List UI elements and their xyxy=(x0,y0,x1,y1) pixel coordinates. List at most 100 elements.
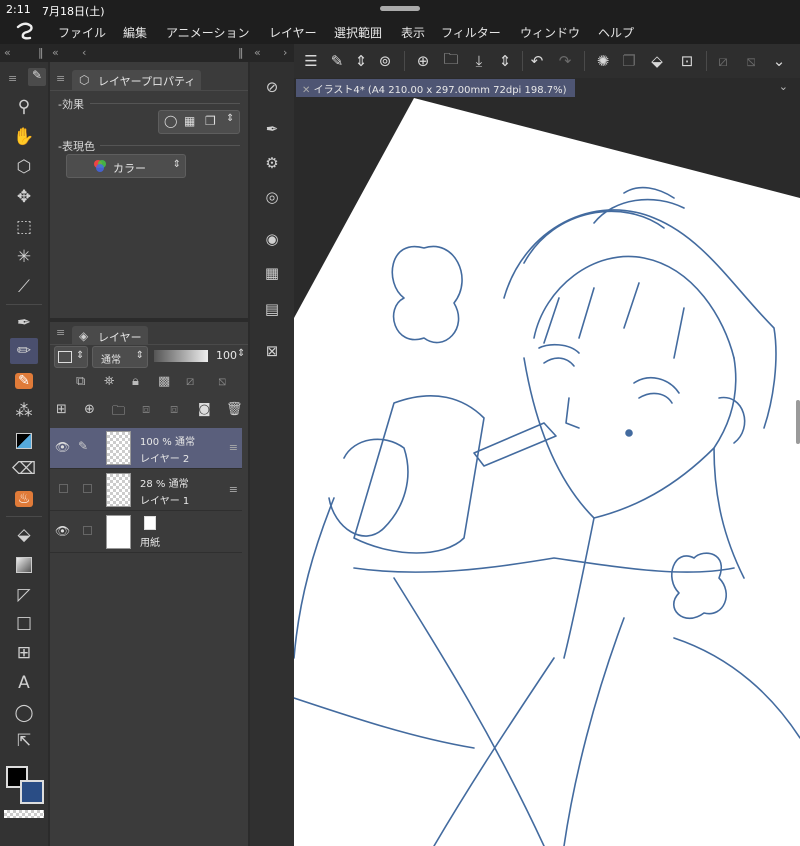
save-icon[interactable]: ⤓ xyxy=(468,50,490,72)
collapse-left-icon[interactable]: « xyxy=(4,46,11,59)
open-folder-icon[interactable]: 🗀︎ xyxy=(440,50,462,72)
canvas-paper[interactable] xyxy=(294,98,800,846)
blend-icon[interactable]: ♨ xyxy=(10,486,38,512)
menu-filter[interactable]: フィルター xyxy=(441,24,501,41)
layer-row[interactable]: 28 % 通常 レイヤー 1 ≡ xyxy=(50,470,242,511)
transparent-color-swatch[interactable] xyxy=(4,810,44,818)
frame-icon[interactable]: □ xyxy=(10,610,38,636)
grip-icon[interactable]: ‖ xyxy=(238,46,244,59)
layer-row[interactable]: 👁︎ ✎ 100 % 通常 レイヤー 2 ≡ xyxy=(50,428,242,469)
lock-transparency-icon[interactable]: ▩ xyxy=(158,374,170,389)
menu-view[interactable]: 表示 xyxy=(401,24,425,41)
collapse-left-icon[interactable]: « xyxy=(52,46,59,59)
eyedropper-icon[interactable]: ⟋ xyxy=(10,274,38,300)
drawing-canvas[interactable] xyxy=(294,98,800,846)
effect-stepper-icon[interactable]: ⇕ xyxy=(226,113,234,124)
layer-color-icon[interactable]: ❐ xyxy=(205,114,216,128)
pen-icon[interactable]: ✒ xyxy=(10,310,38,336)
eraser-icon[interactable]: ⌫ xyxy=(10,456,38,482)
panel-menu-icon[interactable]: ≡ xyxy=(8,72,17,85)
opacity-slider[interactable] xyxy=(154,350,208,362)
menu-animation[interactable]: アニメーション xyxy=(166,24,250,41)
edit-icon[interactable]: ✎ xyxy=(326,50,348,72)
tab-layer-property[interactable]: ⬡ レイヤープロパティ xyxy=(72,70,202,90)
tab-layer[interactable]: ◈ レイヤー xyxy=(72,326,148,344)
redo-icon[interactable]: ↷ xyxy=(554,50,576,72)
clear-outside-icon[interactable]: ⧅ xyxy=(740,50,762,72)
collapse-left-icon[interactable]: « xyxy=(254,46,261,59)
tab-close-icon[interactable]: ✕ xyxy=(302,85,310,96)
merge-down-icon[interactable]: ⧈ xyxy=(170,402,178,417)
menu-edit[interactable]: 編集 xyxy=(123,24,147,41)
opacity-stepper-icon[interactable]: ⇕ xyxy=(237,348,245,359)
panel-menu-icon[interactable]: ≡ xyxy=(56,72,65,85)
correct-line-icon[interactable]: ⇱ xyxy=(10,728,38,754)
edit-target-pen-icon[interactable]: ✎ xyxy=(78,439,88,453)
tool-tab-pen-icon[interactable]: ✎ xyxy=(28,68,46,86)
ruler-visible-icon[interactable]: ⧅ xyxy=(218,374,226,389)
move-icon[interactable]: ✥ xyxy=(10,184,38,210)
new-raster-layer-icon[interactable]: ⊞ xyxy=(56,402,67,417)
grip-icon[interactable]: ‖ xyxy=(38,46,44,59)
brush-size-icon[interactable]: ◎ xyxy=(261,186,283,208)
transfer-down-icon[interactable]: ⧈ xyxy=(142,402,150,417)
mask-enable-icon[interactable]: ⧄ xyxy=(186,374,194,389)
tab-list-chevron-icon[interactable]: ⌄ xyxy=(779,80,788,93)
brush-icon[interactable]: ✎ xyxy=(10,368,38,394)
transform-icon[interactable]: ⊡ xyxy=(676,50,698,72)
chevron-right-icon[interactable]: › xyxy=(283,46,287,59)
expression-color-select[interactable]: カラー ⇕ xyxy=(66,154,186,178)
gradient-icon[interactable] xyxy=(10,552,38,578)
stepper-icon[interactable]: ⇕ xyxy=(350,50,372,72)
menu-icon[interactable]: ☰ xyxy=(300,50,322,72)
zoom-icon[interactable]: ⚲ xyxy=(10,94,38,120)
new-vector-layer-icon[interactable]: ⊕ xyxy=(84,402,95,417)
timeline-icon[interactable]: ▤ xyxy=(261,298,283,320)
panel-menu-icon[interactable]: ≡ xyxy=(56,326,65,339)
navigator-icon[interactable]: ⊘ xyxy=(261,76,283,98)
edit-target-toggle[interactable] xyxy=(83,526,92,535)
tone-effect-icon[interactable]: ▦ xyxy=(184,114,195,128)
blend-mode-select[interactable]: 通常 ⇕ xyxy=(92,346,148,368)
fill-icon[interactable]: ⬙ xyxy=(10,522,38,548)
layer-row[interactable]: 👁︎ 用紙 xyxy=(50,512,242,553)
airbrush-icon[interactable]: ⁂ xyxy=(10,398,38,424)
menu-selection[interactable]: 選択範囲 xyxy=(334,24,382,41)
multitask-handle[interactable] xyxy=(380,6,420,11)
border-effect-icon[interactable]: ◯ xyxy=(164,114,177,128)
stepper-icon[interactable]: ⇕ xyxy=(494,50,516,72)
visibility-toggle[interactable] xyxy=(59,484,68,493)
menu-file[interactable]: ファイル xyxy=(58,24,106,41)
tool-property-icon[interactable]: ⚙ xyxy=(261,152,283,174)
sub-tool-icon[interactable]: ✒ xyxy=(261,118,283,140)
pencil-icon[interactable]: ✏ xyxy=(10,338,38,364)
vertical-scrollbar[interactable] xyxy=(796,400,800,444)
clip-layer-icon[interactable]: ⧉ xyxy=(76,374,85,389)
selection-icon[interactable]: ⬚ xyxy=(10,214,38,240)
drag-handle-icon[interactable]: ≡ xyxy=(229,483,238,496)
visibility-eye-icon[interactable]: 👁︎ xyxy=(55,524,70,538)
lock-icon[interactable]: 🔒︎ xyxy=(132,374,139,389)
ruler-icon[interactable]: ⊞ xyxy=(10,640,38,666)
new-folder-icon[interactable]: 🗀︎ xyxy=(112,402,125,424)
menu-help[interactable]: ヘルプ xyxy=(598,24,634,41)
balloon-icon[interactable]: ◯ xyxy=(10,700,38,726)
new-file-icon[interactable]: ⊕ xyxy=(412,50,434,72)
app-logo-icon[interactable] xyxy=(14,21,36,41)
menu-window[interactable]: ウィンドウ xyxy=(520,24,580,41)
chevron-left-icon[interactable]: ‹ xyxy=(82,46,86,59)
edit-target-toggle[interactable] xyxy=(83,484,92,493)
text-icon[interactable]: A xyxy=(10,670,38,696)
layer-color-select[interactable]: ⇕ xyxy=(54,346,88,368)
chevron-down-icon[interactable]: ⌄ xyxy=(768,50,790,72)
loading-icon[interactable]: ✺ xyxy=(592,50,614,72)
auto-select-icon[interactable]: ✳ xyxy=(10,244,38,270)
clear-icon[interactable]: ⧄ xyxy=(712,50,734,72)
visibility-eye-icon[interactable]: 👁︎ xyxy=(55,440,70,454)
figure-icon[interactable]: ◸ xyxy=(10,582,38,608)
color-set-icon[interactable]: ▦ xyxy=(261,262,283,284)
copy-icon[interactable]: ❐ xyxy=(618,50,640,72)
delete-layer-icon[interactable]: 🗑︎ xyxy=(226,402,243,417)
object-icon[interactable]: ⬡ xyxy=(10,154,38,180)
material-icon[interactable]: ⊠ xyxy=(261,340,283,362)
